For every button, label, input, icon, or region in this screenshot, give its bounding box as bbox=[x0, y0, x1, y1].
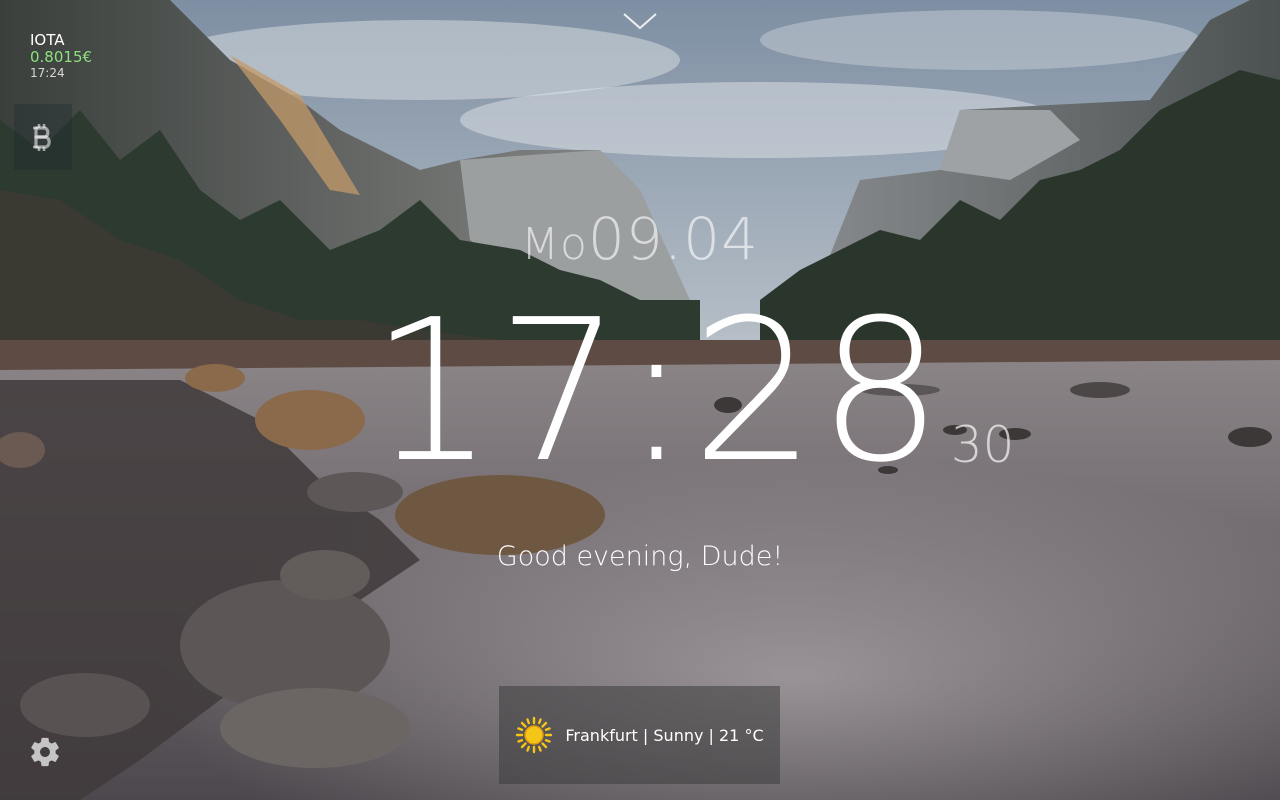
clock: 17:28 30 bbox=[370, 278, 1015, 506]
clock-hours-minutes: 17:28 bbox=[370, 278, 945, 506]
crypto-price: 0.8015€ bbox=[30, 48, 93, 67]
crypto-name: IOTA bbox=[30, 31, 65, 49]
bitcoin-icon bbox=[33, 124, 51, 151]
crypto-ticker[interactable]: IOTA 0.8015€ 17:24 bbox=[30, 31, 93, 80]
lock-screen: IOTA 0.8015€ 17:24 Mo09.04 17:28 30 Good… bbox=[0, 0, 1280, 800]
greeting: Good evening, Dude! bbox=[496, 541, 784, 572]
sun-icon bbox=[516, 716, 553, 754]
date-display: Mo09.04 bbox=[0, 205, 1280, 273]
weekday: Mo bbox=[521, 219, 588, 270]
day-month: 09.04 bbox=[587, 205, 759, 273]
clock-seconds: 30 bbox=[950, 416, 1015, 474]
bitcoin-button[interactable] bbox=[14, 104, 72, 170]
chevron-down-icon[interactable] bbox=[622, 8, 658, 32]
weather-panel[interactable]: Frankfurt | Sunny | 21 °C bbox=[499, 686, 780, 784]
weather-summary: Frankfurt | Sunny | 21 °C bbox=[565, 725, 764, 745]
gear-icon[interactable] bbox=[28, 735, 62, 769]
crypto-updated-time: 17:24 bbox=[30, 65, 65, 80]
